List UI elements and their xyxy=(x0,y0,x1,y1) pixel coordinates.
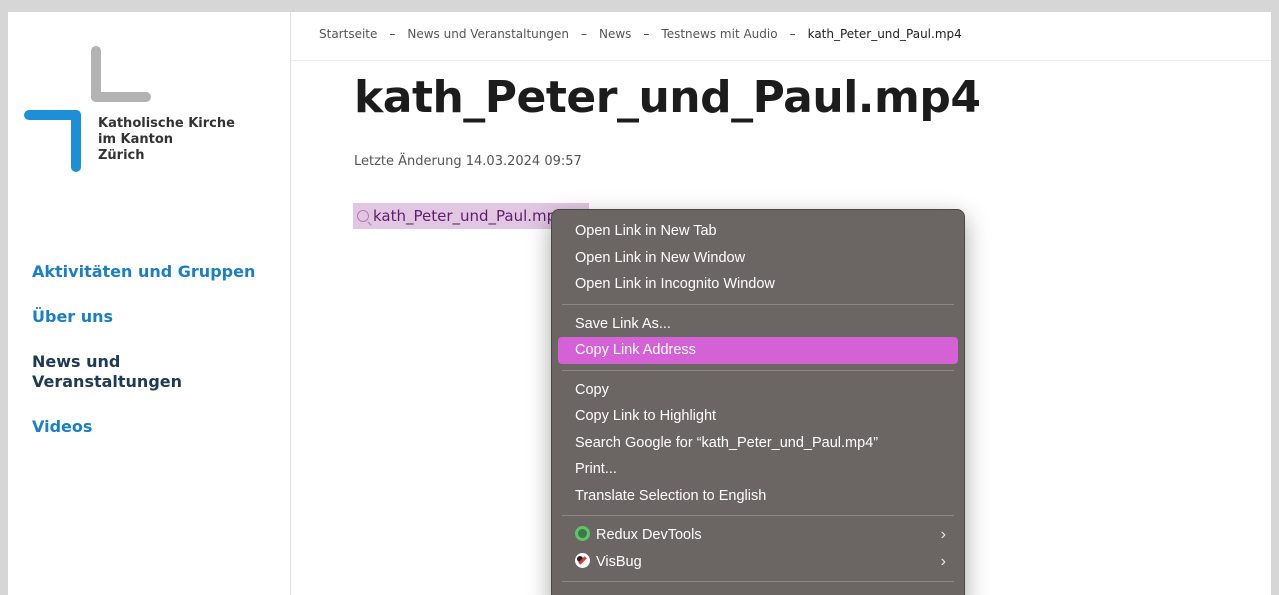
logo-text-line1: Katholische Kirche xyxy=(98,116,235,131)
breadcrumb: Startseite – News und Veranstaltungen – News… xyxy=(319,27,962,47)
breadcrumb-item-testnews[interactable]: Testnews mit Audio xyxy=(661,27,777,41)
sidebar: Katholische Kirche im Kanton Zürich Akti… xyxy=(8,12,291,595)
chevron-right-icon: › xyxy=(940,552,946,570)
file-link-label: kath_Peter_und_Paul.mp4 xyxy=(373,207,566,225)
menu-item-redux-label: Redux DevTools xyxy=(596,527,702,543)
logo-text-line2: im Kanton xyxy=(98,132,174,147)
menu-item-save-link-as[interactable]: Save Link As... xyxy=(558,311,958,338)
file-search-icon xyxy=(357,210,369,222)
menu-divider xyxy=(562,515,954,516)
breadcrumb-separator: – xyxy=(789,27,796,41)
logo-text-line3: Zürich xyxy=(98,148,145,163)
menu-item-visbug[interactable]: VisBug › xyxy=(558,549,958,576)
header-divider xyxy=(291,60,1271,61)
redux-devtools-icon xyxy=(575,526,590,541)
menu-item-print[interactable]: Print... xyxy=(558,456,958,483)
menu-item-open-new-tab[interactable]: Open Link in New Tab xyxy=(558,218,958,245)
menu-divider xyxy=(562,369,954,371)
logo-mark-gray-horizontal xyxy=(91,92,151,102)
breadcrumb-separator: – xyxy=(580,27,587,41)
chevron-right-icon: › xyxy=(940,526,946,543)
last-modified-date: Letzte Änderung 14.03.2024 09:57 xyxy=(354,154,582,169)
breadcrumb-item-news-veranstaltungen[interactable]: News und Veranstaltungen xyxy=(407,27,569,41)
logo-mark-blue-vertical xyxy=(71,110,81,172)
menu-item-open-incognito[interactable]: Open Link in Incognito Window xyxy=(558,271,958,298)
menu-divider xyxy=(562,303,954,305)
menu-item-copy[interactable]: Copy xyxy=(558,377,958,404)
main-navigation: Aktivitäten und Gruppen Über uns News un… xyxy=(32,262,282,462)
logo-text: Katholische Kirche im Kanton Zürich xyxy=(98,116,288,164)
menu-item-copy-link-to-highlight[interactable]: Copy Link to Highlight xyxy=(558,403,958,430)
breadcrumb-item-news[interactable]: News xyxy=(599,27,631,41)
menu-item-translate[interactable]: Translate Selection to English xyxy=(558,483,958,510)
nav-item-videos[interactable]: Videos xyxy=(32,417,282,437)
breadcrumb-separator: – xyxy=(389,27,396,41)
page-title: kath_Peter_und_Paul.mp4 xyxy=(354,72,981,123)
menu-item-copy-link-address[interactable]: Copy Link Address xyxy=(558,337,958,364)
menu-item-redux-devtools[interactable]: Redux DevTools › xyxy=(558,522,958,549)
nav-item-aktivitaeten[interactable]: Aktivitäten und Gruppen xyxy=(32,262,282,282)
breadcrumb-item-startseite[interactable]: Startseite xyxy=(319,27,377,41)
menu-item-open-new-window[interactable]: Open Link in New Window xyxy=(558,245,958,272)
menu-item-visbug-label: VisBug xyxy=(596,553,642,570)
nav-item-news-veranstaltungen[interactable]: News und Veranstaltungen xyxy=(32,352,202,392)
breadcrumb-separator: – xyxy=(643,27,650,41)
menu-item-search-google[interactable]: Search Google for “kath_Peter_und_Paul.m… xyxy=(558,430,958,457)
browser-viewport: Katholische Kirche im Kanton Zürich Akti… xyxy=(8,12,1271,595)
breadcrumb-item-current: kath_Peter_und_Paul.mp4 xyxy=(807,27,962,41)
menu-divider xyxy=(562,581,954,582)
visbug-icon xyxy=(575,552,590,568)
nav-item-ueber-uns[interactable]: Über uns xyxy=(32,307,282,327)
context-menu: Open Link in New Tab Open Link in New Wi… xyxy=(551,209,965,595)
site-logo[interactable]: Katholische Kirche im Kanton Zürich xyxy=(24,46,284,176)
